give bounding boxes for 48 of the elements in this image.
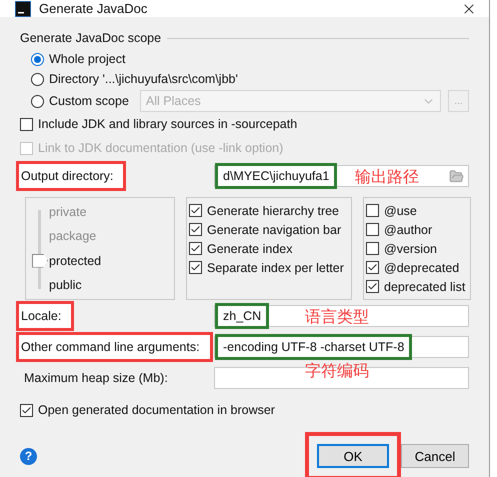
checkbox-label: Include JDK and library sources in -sourcepath bbox=[38, 117, 298, 131]
checkbox[interactable] bbox=[366, 204, 379, 217]
visibility-level: public bbox=[49, 278, 82, 292]
annotation-note: 输出路径 bbox=[355, 168, 419, 188]
checkbox-label: Generate hierarchy tree bbox=[207, 204, 340, 218]
checkbox[interactable] bbox=[366, 223, 379, 236]
checkbox-label: Open generated documentation in browser bbox=[38, 403, 275, 417]
checkbox[interactable] bbox=[366, 242, 379, 255]
field-label: Output directory: bbox=[16, 161, 126, 191]
input-field[interactable]: d\MYEC\jichuyufa1 输出路径 bbox=[214, 165, 469, 187]
checkbox-label: Generate navigation bar bbox=[207, 222, 342, 236]
checkbox[interactable] bbox=[189, 261, 202, 274]
checkbox-label: Link to JDK documentation (use -link option) bbox=[38, 141, 284, 155]
field-label: Other command line arguments: bbox=[16, 332, 213, 362]
radio-label: Directory '...\jichuyufa\src\com\jbb' bbox=[49, 72, 238, 86]
radio-button[interactable] bbox=[31, 94, 44, 108]
slider-thumb[interactable] bbox=[32, 254, 48, 268]
checkbox-label: deprecated list bbox=[384, 280, 466, 294]
cancel-button[interactable]: Cancel bbox=[401, 444, 469, 468]
checkbox-label: @version bbox=[384, 242, 437, 256]
radio-label: Custom scope bbox=[49, 94, 129, 108]
annotation-note: 字符编码 bbox=[305, 362, 369, 382]
checkbox-label: @use bbox=[384, 204, 417, 218]
radio-button[interactable] bbox=[31, 52, 44, 66]
checkbox[interactable] bbox=[366, 280, 379, 293]
checkbox-label: @author bbox=[384, 222, 432, 236]
radio-label: Whole project bbox=[49, 52, 126, 66]
checkbox[interactable] bbox=[20, 118, 33, 130]
checkbox[interactable] bbox=[366, 261, 379, 274]
section-heading: Generate JavaDoc scope bbox=[20, 31, 162, 45]
field-label: Maximum heap size (Mb): bbox=[23, 370, 168, 384]
annotation-note: 语言类型 bbox=[305, 308, 369, 328]
checkbox[interactable] bbox=[189, 223, 202, 236]
help-icon[interactable]: ? bbox=[20, 448, 37, 464]
checkbox[interactable] bbox=[20, 404, 33, 416]
visibility-level: private bbox=[49, 205, 87, 219]
visibility-level: package bbox=[49, 229, 96, 244]
input-field[interactable]: zh_CN 语言类型 bbox=[214, 304, 469, 326]
checkbox-label: Generate index bbox=[207, 242, 292, 256]
checkbox-label: @deprecated bbox=[384, 260, 460, 274]
field-label: Locale: bbox=[16, 300, 74, 330]
window-title: Generate JavaDoc bbox=[39, 1, 148, 16]
ok-button[interactable]: OK bbox=[317, 444, 389, 468]
radio-button[interactable] bbox=[31, 72, 44, 86]
visibility-level: protected bbox=[49, 254, 102, 268]
checkbox-label: Separate index per letter bbox=[207, 260, 344, 274]
checkbox[interactable] bbox=[189, 242, 202, 255]
checkbox[interactable] bbox=[189, 204, 202, 217]
